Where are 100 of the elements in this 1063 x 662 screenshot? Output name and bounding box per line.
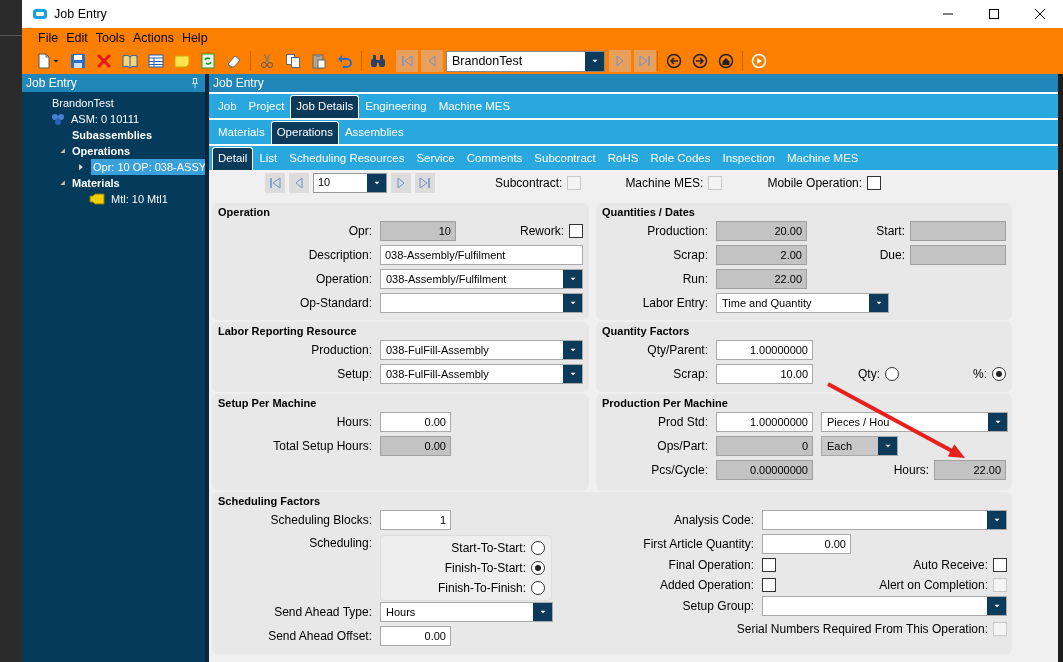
- field-label: Hours:: [335, 414, 373, 431]
- collapse-arrow-icon[interactable]: [58, 146, 68, 156]
- home-icon[interactable]: [718, 53, 734, 69]
- read-only-field[interactable]: 2.00: [716, 245, 807, 265]
- field-label: Ops/Part:: [656, 438, 709, 455]
- field-label: Setup Group:: [681, 598, 755, 615]
- dropdown-field[interactable]: [762, 510, 1007, 530]
- dropdown-field[interactable]: 038-FulFill-Assembly: [380, 364, 583, 384]
- dropdown-field[interactable]: [380, 293, 583, 313]
- dropdown-field[interactable]: 038-FulFill-Assembly: [380, 340, 583, 360]
- table-icon[interactable]: [148, 53, 164, 69]
- close-icon[interactable]: [1032, 6, 1048, 22]
- read-only-field[interactable]: 0.00000000: [716, 460, 813, 480]
- save-icon[interactable]: [70, 53, 86, 69]
- read-only-field[interactable]: 10: [380, 221, 456, 241]
- field-label: Added Operation:: [658, 577, 755, 594]
- operation-dropdown[interactable]: 10: [313, 172, 387, 193]
- read-only-field[interactable]: [910, 221, 1006, 241]
- pin-icon[interactable]: [189, 77, 201, 89]
- field-label: Opr:: [347, 223, 373, 240]
- field-label: Subcontract:: [495, 174, 563, 192]
- radio-button[interactable]: [885, 367, 899, 381]
- checkbox[interactable]: [993, 558, 1007, 572]
- input-field[interactable]: 1: [380, 510, 451, 530]
- field-label: Due:: [879, 247, 905, 264]
- field-label: Mobile Operation:: [767, 174, 863, 192]
- read-only-field[interactable]: 22.00: [934, 460, 1006, 480]
- read-only-field[interactable]: 22.00: [716, 269, 807, 289]
- radio-button[interactable]: [531, 581, 545, 595]
- eraser-icon[interactable]: [226, 53, 242, 69]
- checkbox[interactable]: [762, 578, 776, 592]
- menu-item[interactable]: Tools: [91, 29, 129, 47]
- dropdown-field[interactable]: 038-Assembly/Fulfilment: [380, 269, 583, 289]
- group-title: Operation: [218, 205, 271, 219]
- field-label: Run:: [681, 271, 709, 288]
- field-label: Description:: [307, 247, 373, 264]
- cubes-icon: [50, 111, 66, 127]
- radio-button[interactable]: [531, 561, 545, 575]
- menu-item[interactable]: Edit: [62, 29, 92, 47]
- tree-item[interactable]: BrandonTest: [50, 94, 116, 112]
- maximize-icon[interactable]: [986, 6, 1002, 22]
- tab[interactable]: Job Details: [290, 95, 360, 118]
- read-only-field[interactable]: 0: [716, 436, 813, 456]
- dropdown-button[interactable]: [585, 51, 604, 71]
- input-field[interactable]: 0.00: [380, 626, 451, 646]
- group-title: Scheduling Factors: [218, 494, 322, 508]
- dropdown-field[interactable]: Hours: [380, 602, 553, 622]
- radio-button[interactable]: [531, 541, 545, 555]
- record-dropdown[interactable]: BrandonTest: [446, 50, 605, 72]
- read-only-field[interactable]: 0.00: [380, 436, 451, 456]
- tree-item[interactable]: Operations: [70, 142, 133, 160]
- field-label: Alert on Completion:: [879, 577, 988, 594]
- dropdown-field[interactable]: Pieces / Hou: [821, 412, 1008, 432]
- dropdown-field[interactable]: [762, 596, 1007, 616]
- menu-item[interactable]: Actions: [128, 29, 178, 47]
- cut-icon[interactable]: [259, 53, 275, 69]
- tab[interactable]: Operations: [270, 121, 339, 144]
- tree-item[interactable]: Subassemblies: [70, 126, 155, 144]
- dropdown-field[interactable]: Time and Quantity: [716, 293, 889, 313]
- refresh-icon[interactable]: [200, 53, 216, 69]
- tree-item[interactable]: Mtl: 10 Mtl1: [109, 190, 170, 208]
- copy-icon[interactable]: [285, 53, 301, 69]
- tag-icon: [88, 191, 106, 207]
- read-only-field[interactable]: [910, 245, 1006, 265]
- field-label: Prod Std:: [656, 414, 709, 431]
- field-label: Scrap:: [672, 366, 709, 383]
- input-field[interactable]: 1.00000000: [716, 340, 813, 360]
- back-icon[interactable]: [666, 53, 682, 69]
- tab[interactable]: Detail: [212, 147, 254, 170]
- group-title: Production Per Machine: [602, 396, 729, 410]
- input-field[interactable]: 038-Assembly/Fulfilment: [380, 245, 583, 265]
- new-document-icon[interactable]: [36, 53, 52, 69]
- collapse-arrow-icon[interactable]: [58, 178, 68, 188]
- checkbox[interactable]: [867, 175, 882, 190]
- field-label: Scheduling Blocks:: [269, 512, 373, 529]
- field-label: Analysis Code:: [672, 512, 755, 529]
- field-label: Labor Entry:: [641, 295, 709, 312]
- tree-item[interactable]: ASM: 0 10111: [69, 110, 142, 128]
- radio-button[interactable]: [992, 367, 1006, 381]
- window-title: Job Entry: [54, 5, 107, 23]
- field-label: Op-Standard:: [298, 295, 373, 312]
- binoculars-icon[interactable]: [370, 53, 386, 69]
- book-icon[interactable]: [122, 53, 138, 69]
- input-field[interactable]: 0.00: [762, 534, 851, 554]
- menu-item[interactable]: File: [34, 29, 63, 47]
- input-field[interactable]: 1.00000000: [716, 412, 813, 432]
- app-icon: [32, 6, 48, 22]
- read-only-field[interactable]: 20.00: [716, 221, 807, 241]
- input-field[interactable]: 0.00: [380, 412, 451, 432]
- forward-icon[interactable]: [692, 53, 708, 69]
- dropdown-button[interactable]: [367, 173, 386, 192]
- field-label: Start-To-Start:: [451, 540, 526, 557]
- checkbox[interactable]: [569, 224, 583, 238]
- field-label: Scrap:: [672, 247, 709, 264]
- play-icon[interactable]: [751, 53, 767, 69]
- paste-icon[interactable]: [311, 53, 327, 69]
- tree-item[interactable]: Materials: [70, 174, 122, 192]
- checkbox[interactable]: [762, 558, 776, 572]
- menu-item[interactable]: Help: [177, 29, 212, 47]
- input-field[interactable]: 10.00: [716, 364, 813, 384]
